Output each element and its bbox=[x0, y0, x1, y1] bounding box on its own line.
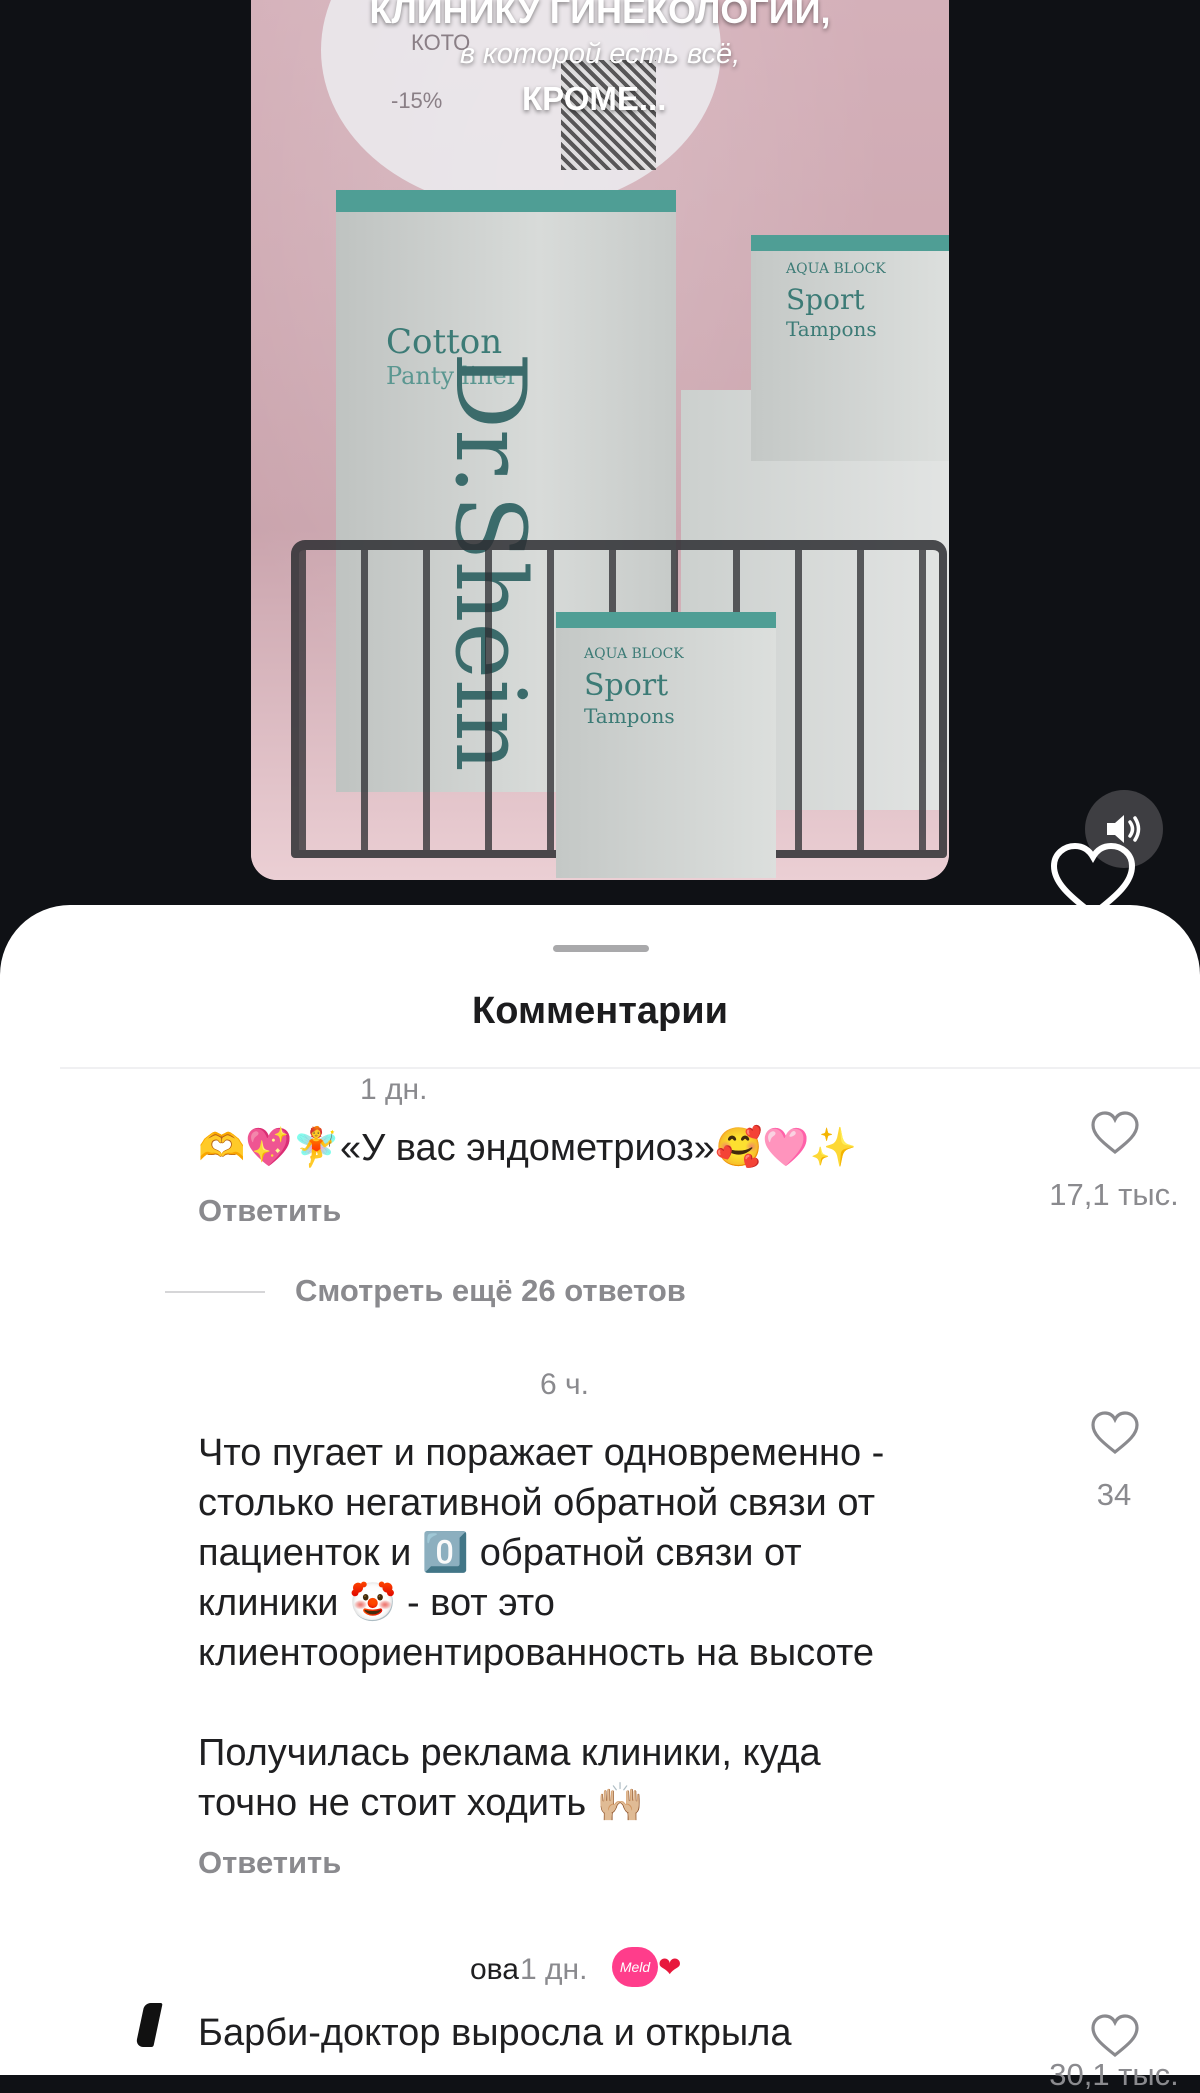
product-box-tampons-top: AQUA BLOCK Sport Tampons bbox=[751, 235, 949, 461]
comment-text: 🫶💖🧚«У вас эндометриоз»🥰🩷✨ bbox=[198, 1123, 857, 1173]
comments-title: Комментарии bbox=[472, 990, 728, 1032]
comment-line: точно не стоит ходить 🙌🏼 bbox=[198, 1778, 644, 1828]
heart-outline-icon[interactable] bbox=[1090, 1410, 1140, 1456]
comment-emoji: 0️⃣ bbox=[421, 1532, 470, 1574]
comment-line: клиники 🤡 - вот это bbox=[198, 1578, 555, 1628]
comment-emojis: 🫶💖🧚 bbox=[198, 1127, 340, 1169]
product-name: Sport bbox=[786, 283, 865, 316]
drag-handle[interactable] bbox=[553, 945, 649, 952]
replies-line bbox=[165, 1291, 265, 1293]
comment-line: столько негативной обратной связи от bbox=[198, 1482, 876, 1524]
comment-time: 1 дн. bbox=[520, 1953, 588, 1986]
heart-outline-icon[interactable] bbox=[1090, 2013, 1140, 2059]
comment-body: «У вас эндометриоз» bbox=[339, 1127, 715, 1169]
comment-line-part: - вот это bbox=[406, 1582, 555, 1624]
like-count: 30,1 тыс. bbox=[1049, 2057, 1179, 2092]
comment-author[interactable]: ова bbox=[470, 1953, 519, 1987]
sign-discount: -15% bbox=[391, 88, 443, 113]
comment-line-part: пациенток и bbox=[198, 1532, 412, 1574]
comment-line-part: обратной связи от bbox=[479, 1532, 802, 1574]
product-line: AQUA BLOCK bbox=[584, 646, 684, 662]
video-caption-kicker: КРОМЕ... bbox=[522, 80, 667, 117]
comment-line: Что пугает и поражает одновременно - bbox=[198, 1432, 885, 1474]
reply-button[interactable]: Ответить bbox=[198, 1845, 341, 1881]
comment-emoji: 🤡 bbox=[349, 1582, 397, 1624]
user-badge: Meld ❤ bbox=[612, 1947, 681, 1987]
reply-button[interactable]: Ответить bbox=[198, 1193, 341, 1229]
comment-line-part: клиники bbox=[198, 1582, 339, 1624]
divider bbox=[60, 1067, 1200, 1069]
heart-icon: ❤ bbox=[658, 1951, 682, 1983]
view-more-replies-button[interactable]: Смотреть ещё 26 ответов bbox=[295, 1273, 686, 1309]
product-box-tampons-front: AQUA BLOCK Sport Tampons bbox=[556, 612, 776, 878]
comment-line: Барби-доктор выросла и открыла bbox=[198, 2012, 792, 2054]
video-area[interactable]: КОТО -15% Cotton Panty liner Dr.Shein AQ… bbox=[0, 0, 1200, 930]
comments-sheet[interactable]: Комментарии 1 дн. 🫶💖🧚«У вас эндометриоз»… bbox=[0, 905, 1200, 2092]
product-subname: Tampons bbox=[786, 317, 877, 341]
comment-time: 1 дн. bbox=[360, 1073, 428, 1106]
like-count: 34 bbox=[1096, 1477, 1132, 1512]
badge-label: Meld bbox=[612, 1947, 658, 1987]
product-line: AQUA BLOCK bbox=[786, 261, 886, 277]
video-caption-subtitle: в которой есть всё, bbox=[459, 38, 741, 70]
avatar[interactable] bbox=[135, 2003, 163, 2047]
video-player[interactable]: КОТО -15% Cotton Panty liner Dr.Shein AQ… bbox=[251, 0, 949, 880]
comment-time: 6 ч. bbox=[540, 1368, 589, 1401]
product-name: Sport bbox=[584, 668, 669, 703]
comment-line-part: точно не стоит ходить bbox=[198, 1782, 587, 1824]
comment-line: пациенток и 0️⃣ обратной связи от bbox=[198, 1528, 802, 1578]
product-subname: Tampons bbox=[584, 704, 675, 728]
video-caption-title: КЛИНИКУ ГИНЕКОЛОГИИ, bbox=[369, 0, 831, 31]
like-count: 17,1 тыс. bbox=[1049, 1177, 1179, 1212]
comment-line: Получилась реклама клиники, куда bbox=[198, 1732, 821, 1774]
heart-outline-icon[interactable] bbox=[1090, 1110, 1140, 1156]
comment-emojis: 🥰🩷✨ bbox=[714, 1127, 857, 1169]
comment-emoji: 🙌🏼 bbox=[596, 1782, 645, 1824]
comment-line: клиентоориентированность на высоте bbox=[198, 1632, 874, 1674]
